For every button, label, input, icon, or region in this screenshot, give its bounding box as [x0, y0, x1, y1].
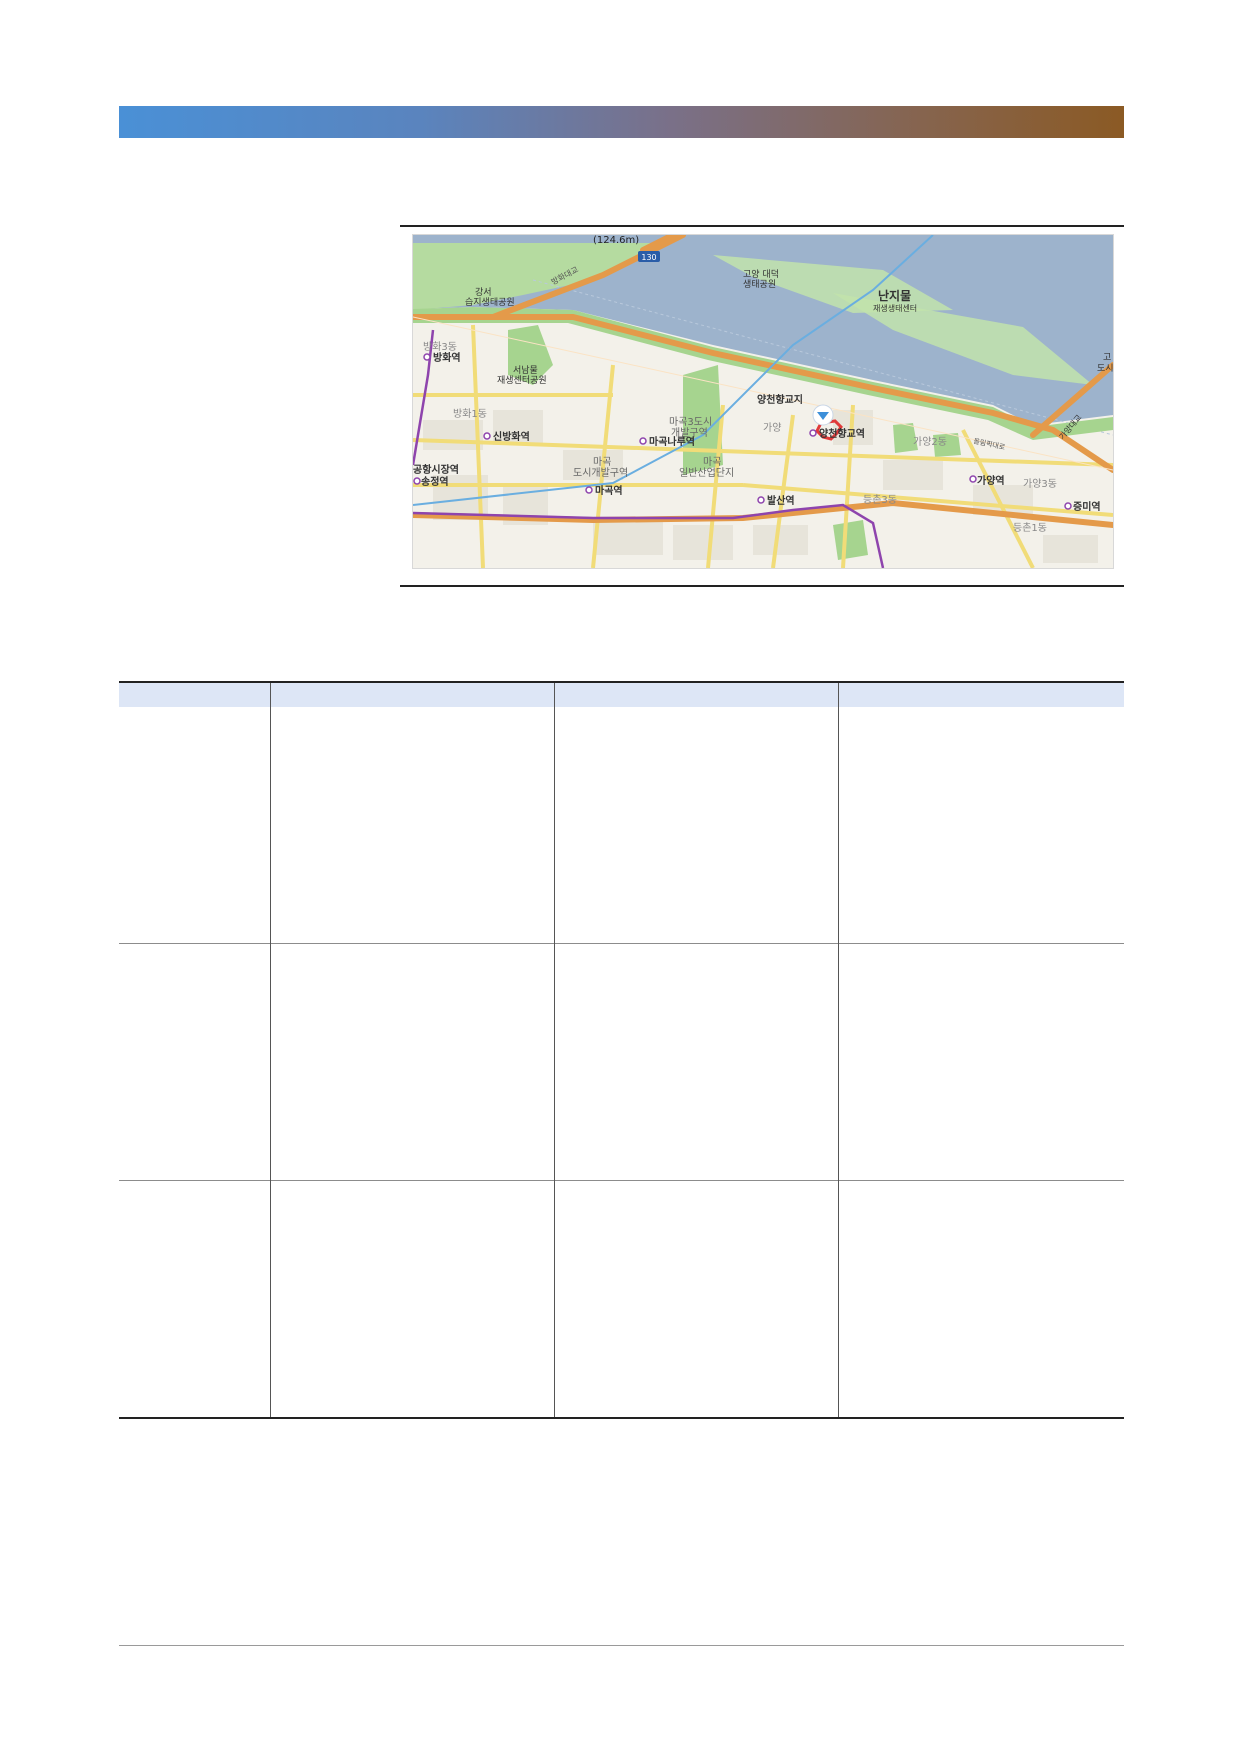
label-nanjimul-2: 재생생태센터: [873, 303, 917, 313]
label-magok3-1: 마곡3도시: [669, 416, 712, 428]
label-yanggwon-station: 양천향교역: [819, 427, 865, 440]
label-deungchon3: 등촌3동: [863, 494, 897, 506]
table-row: [119, 1180, 1124, 1419]
label-goyang-park-2: 생태공원: [743, 279, 776, 290]
label-magok-industrial-1: 마곡: [703, 456, 721, 468]
label-nanjimul-1: 난지물: [878, 288, 911, 303]
label-magok-dev-2: 도시개발구역: [573, 467, 628, 479]
label-seonamul-2: 재생센터공원: [497, 375, 547, 386]
table-header-cell: [553, 681, 838, 707]
label-magok-industrial-2: 일반산업단지: [679, 466, 734, 479]
label-balsan-station: 발산역: [767, 494, 795, 507]
label-gangseo-park-2: 습지생태공원: [465, 297, 515, 308]
label-gayang2: 가양2동: [913, 436, 947, 448]
table-cell: [837, 1180, 1124, 1419]
label-magok3-2: 개발구역: [671, 427, 708, 439]
table-cell: [269, 1180, 554, 1419]
label-yanggwon: 양천향교지: [757, 393, 803, 406]
location-map-figure: 130 (124.6m) 방화대교 강서 습지생태공원 고양 대덕 생태공원 난…: [400, 225, 1124, 587]
table-cell: [119, 943, 270, 1181]
label-banghwa1: 방화1동: [453, 408, 487, 420]
label-banghwa-station: 방화역: [433, 351, 461, 364]
location-pin-icon[interactable]: [812, 404, 834, 426]
label-gayang-station: 가양역: [977, 474, 1005, 487]
river-top: [413, 235, 1113, 243]
table-header-row: [119, 681, 1124, 707]
table-cell: [553, 1180, 838, 1419]
table-cell: [837, 707, 1124, 944]
data-table: [119, 681, 1124, 1419]
label-magok-dev-1: 마곡: [593, 456, 611, 468]
label-gonghang-market-station: 공항시장역: [413, 463, 459, 476]
location-map[interactable]: 130 (124.6m) 방화대교 강서 습지생태공원 고양 대덕 생태공원 난…: [412, 234, 1114, 569]
label-goyang-park-1: 고양 대덕: [743, 269, 779, 280]
table-header-cell: [119, 681, 270, 707]
table-cell: [119, 707, 270, 944]
footer-divider: [119, 1645, 1124, 1646]
header-band: [119, 106, 1124, 138]
map-scale-label: (124.6m): [593, 235, 639, 246]
label-deungchon1: 등촌1동: [1013, 522, 1047, 534]
label-magok-station: 마곡역: [595, 484, 623, 497]
small-park-2: [833, 520, 868, 560]
label-top-right-1: 고: [1103, 353, 1111, 363]
label-jeungmi-station: 증미역: [1073, 500, 1101, 513]
label-gangseo-park-1: 강서: [475, 287, 492, 298]
table-header-cell: [837, 681, 1124, 707]
table-cell: [269, 943, 554, 1181]
table-cell: [119, 1180, 270, 1419]
table-row: [119, 943, 1124, 1181]
label-banghwa3: 방화3동: [423, 341, 457, 353]
table-cell: [837, 943, 1124, 1181]
table-cell: [553, 707, 838, 944]
label-top-right-2: 도시: [1097, 363, 1113, 374]
label-songjeong-station: 송정역: [421, 475, 449, 488]
highway-shield-number: 130: [641, 253, 656, 262]
label-sinbanghwa-station: 신방화역: [493, 430, 530, 443]
table-cell: [269, 707, 554, 944]
label-seonamul-1: 서남물: [513, 365, 538, 376]
label-gayang: 가양: [763, 422, 781, 434]
table-header-cell: [269, 681, 554, 707]
label-gayang3: 가양3동: [1023, 478, 1057, 490]
table-row: [119, 707, 1124, 944]
table-cell: [553, 943, 838, 1181]
